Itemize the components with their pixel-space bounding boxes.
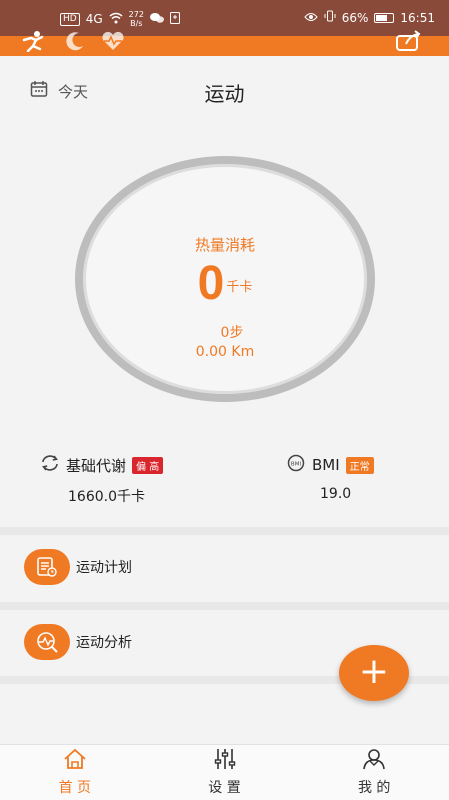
bmr-value: 1660.0千卡 [68, 489, 145, 505]
running-icon[interactable] [20, 30, 46, 59]
page-title: 运动 [204, 82, 245, 106]
exercise-plan-label: 运动计划 [76, 560, 132, 576]
exercise-analysis-label: 运动分析 [76, 635, 132, 651]
battery-icon [374, 12, 395, 23]
battery-percent: 66% [341, 10, 369, 25]
wechat-icon [149, 12, 164, 27]
exercise-plan-item[interactable]: 运动计划 [0, 536, 449, 598]
share-icon[interactable] [394, 30, 424, 59]
bottom-nav: 首 页 设 置 我 的 [0, 744, 449, 800]
tab-mine[interactable]: 我 的 [299, 745, 449, 800]
vibrate-icon [324, 10, 336, 25]
calorie-label: 热量消耗 [194, 236, 255, 254]
calorie-value: 0 [197, 257, 225, 310]
user-icon [361, 748, 387, 773]
notification-icon [169, 11, 180, 27]
tab-home[interactable]: 首 页 [0, 745, 150, 800]
moon-icon[interactable] [64, 30, 86, 59]
wifi-icon [109, 12, 123, 27]
bmr-badge: 偏 高 [132, 456, 164, 474]
sliders-icon [212, 748, 238, 773]
bmi-value: 19.0 [320, 486, 352, 502]
tab-settings-label: 设 置 [208, 780, 241, 796]
calorie-value-group: 0 千卡 [83, 256, 367, 311]
page-header: 今天 运动 [0, 56, 449, 132]
net-speed-unit: B/s [130, 19, 143, 28]
net-speed-value: 272 [128, 10, 144, 19]
bmi-stat: BMI BMI 正常 19.0 [286, 454, 374, 502]
bmi-badge: 正常 [345, 456, 374, 474]
step-count: 0步 [220, 325, 244, 341]
divider [0, 527, 449, 535]
net-speed: 272 B/s [129, 10, 144, 28]
bmr-label: 基础代谢 [66, 456, 127, 475]
hd-indicator: HD [60, 12, 80, 26]
home-icon [62, 748, 88, 773]
bmr-stat: 基础代谢 偏 高 1660.0千卡 [40, 454, 164, 506]
add-button[interactable]: + [339, 645, 409, 701]
distance: 0.00 Km [195, 344, 255, 360]
svg-text:BMI: BMI [291, 462, 302, 468]
tab-settings[interactable]: 设 置 [150, 745, 300, 800]
tab-home-label: 首 页 [58, 780, 92, 796]
network-type: 4G [85, 12, 103, 26]
eye-icon [304, 11, 318, 25]
bmi-icon: BMI [286, 454, 306, 476]
tab-mine-label: 我 的 [357, 780, 391, 796]
calorie-ring: 热量消耗 0 千卡 0步 0.00 Km [75, 156, 375, 402]
analysis-icon [24, 624, 70, 660]
clock: 16:51 [400, 10, 435, 25]
calorie-unit: 千卡 [226, 280, 253, 295]
bmi-label: BMI [312, 456, 340, 474]
plan-icon [24, 549, 70, 585]
divider [0, 602, 449, 610]
refresh-icon [40, 454, 60, 476]
heart-rate-icon[interactable] [100, 30, 126, 59]
app-top-bar [0, 30, 449, 56]
